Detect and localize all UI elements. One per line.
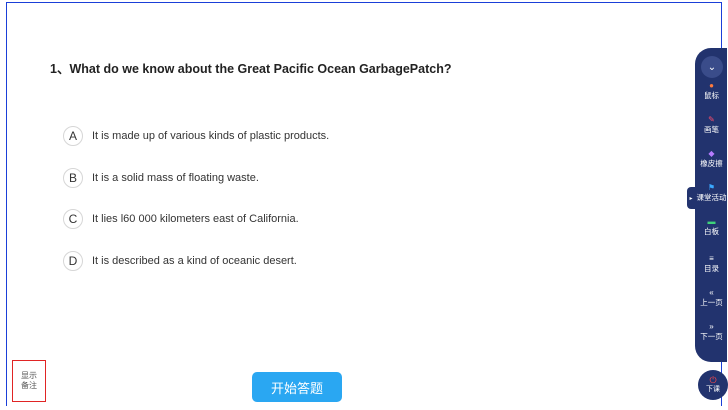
toolbar-item-label: 橡皮擦 [700,159,723,168]
toolbar-item-label: 目录 [704,264,719,273]
option-letter: D [63,251,83,271]
option-c[interactable]: C It lies l60 000 kilometers east of Cal… [63,209,299,229]
option-letter: B [63,168,83,188]
option-text: It is made up of various kinds of plasti… [92,130,330,142]
toolbar-item-mouse[interactable]: ● 鼠标 [695,81,728,101]
option-text: It is described as a kind of oceanic des… [92,255,297,267]
option-d[interactable]: D It is described as a kind of oceanic d… [63,251,297,271]
toolbar-item-label: 课堂活动 [696,193,727,202]
pen-icon: ✎ [708,115,715,124]
toolbar-item-label: 画笔 [704,125,719,134]
toolbar-item-label: 白板 [704,227,719,236]
power-icon: ⏻ [709,375,717,385]
option-b[interactable]: B It is a solid mass of floating waste. [63,168,259,188]
toolbar-item-label: 鼠标 [704,91,719,100]
end-class-button[interactable]: ⏻ 下课 [698,370,728,400]
list-icon: ≡ [709,254,714,263]
toolbar-item-eraser[interactable]: ◆ 橡皮擦 [695,149,728,169]
prev-page-icon: « [709,288,714,297]
option-letter: C [63,209,83,229]
question-text: 1、What do we know about the Great Pacifi… [50,62,452,76]
toolbar-collapse-icon[interactable]: ⌄ [701,56,723,78]
eraser-icon: ◆ [708,149,715,158]
toolbar-handle-icon[interactable]: ▸ [687,187,695,209]
toolbar-item-label: 下一页 [700,332,723,341]
flag-icon: ⚑ [707,183,716,192]
whiteboard-icon: ▬ [707,217,716,226]
toolbar-item-class-activity[interactable]: ⚑ 课堂活动 [695,183,728,203]
option-text: It lies l60 000 kilometers east of Calif… [92,213,299,225]
next-page-icon: » [709,322,714,331]
option-a[interactable]: A It is made up of various kinds of plas… [63,126,329,146]
option-text: It is a solid mass of floating waste. [92,172,259,184]
show-notes-label-2: 备注 [21,381,37,390]
show-notes-button[interactable]: 显示 备注 [12,360,46,402]
toolbar-item-next-page[interactable]: » 下一页 [695,322,728,342]
toolbar-item-pen[interactable]: ✎ 画笔 [695,115,728,135]
toolbar-item-contents[interactable]: ≡ 目录 [695,254,728,274]
toolbar-item-label: 上一页 [700,298,723,307]
option-letter: A [63,126,83,146]
show-notes-label-1: 显示 [21,371,37,380]
mouse-icon: ● [709,81,714,90]
start-answering-button[interactable]: 开始答题 [252,372,342,402]
toolbar-item-prev-page[interactable]: « 上一页 [695,288,728,308]
end-class-label: 下课 [706,386,720,393]
toolbar-item-whiteboard[interactable]: ▬ 白板 [695,217,728,237]
